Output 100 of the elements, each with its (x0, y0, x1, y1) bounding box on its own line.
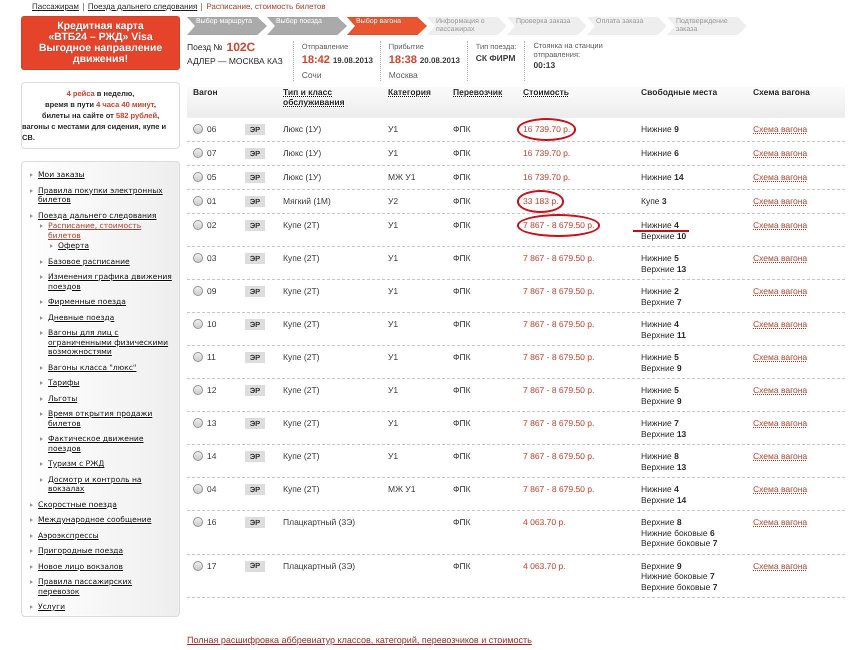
radio-button[interactable] (193, 124, 203, 134)
free-seats: Нижние боковые 7 (641, 571, 715, 582)
car-scheme-link[interactable]: Схема вагона (753, 451, 808, 462)
bullet-icon (30, 502, 33, 506)
column-header[interactable]: Стоимость (523, 87, 641, 97)
car-scheme-link[interactable]: Схема вагона (753, 517, 808, 528)
train-number-label: Поезд № (187, 41, 223, 54)
train-type-value: СК ФИРМ (476, 52, 516, 65)
bullet-icon (30, 549, 33, 553)
bullet-icon (30, 518, 33, 522)
free-seats: Верхние 13 (641, 428, 686, 439)
category: У1 (388, 220, 400, 230)
column-header[interactable]: Категория (388, 87, 453, 97)
bullet-icon (30, 564, 33, 568)
free-seats: Нижние 6 (641, 148, 679, 158)
free-seats: Нижние 4 (641, 319, 679, 330)
bullet-icon (30, 605, 33, 609)
free-seats: Нижние 4 (641, 220, 679, 230)
radio-button[interactable] (193, 385, 203, 396)
car-scheme-link[interactable]: Схема вагона (753, 286, 808, 296)
free-seats: Нижние 5 (641, 385, 679, 396)
bullet-icon (30, 534, 33, 538)
column-header: Вагон (193, 87, 219, 97)
breadcrumb-link[interactable]: Поезда дальнего следования (88, 0, 198, 12)
free-seats: Нижние 7 (641, 418, 679, 428)
category: У1 (388, 385, 400, 396)
car-scheme-link[interactable]: Схема вагона (753, 560, 808, 571)
free-seats: Верхние 8 (641, 517, 682, 528)
column-header[interactable]: Тип и класс обслуживания (283, 87, 358, 107)
radio-button[interactable] (193, 172, 203, 182)
car-scheme-link[interactable]: Схема вагона (753, 148, 808, 158)
free-seats: Верхние 10 (641, 230, 686, 241)
service-class: Купе (2Т) (283, 352, 320, 362)
service-class: Купе (2Т) (283, 418, 320, 428)
radio-button[interactable] (193, 319, 203, 330)
free-seats: Верхние 9 (641, 362, 682, 373)
column-header: Свободные места (641, 87, 718, 97)
radio-button[interactable] (193, 352, 203, 362)
bullet-icon (40, 316, 43, 320)
radio-button[interactable] (193, 484, 203, 494)
station-name: Москва (388, 68, 419, 82)
service-class: Люкс (1У) (283, 124, 322, 134)
car-scheme-link[interactable]: Схема вагона (753, 172, 808, 182)
bullet-icon (40, 462, 43, 466)
car-number: 10 (207, 319, 216, 330)
free-seats: Нижние 8 (641, 451, 679, 462)
car-number: 17 (207, 560, 216, 571)
category: У1 (388, 148, 400, 158)
category: У1 (388, 418, 400, 428)
carrier: ФПК (453, 253, 472, 264)
radio-button[interactable] (193, 253, 203, 264)
car-scheme-link[interactable]: Схема вагона (753, 220, 808, 230)
abbreviations-link[interactable]: Полная расшифровка аббревиатур классов, категорий, перевозчиков и стоимость (187, 634, 532, 648)
free-seats: Нижние 2 (641, 286, 679, 296)
radio-button[interactable] (193, 418, 203, 428)
promo-text: Выгодное направление (38, 43, 162, 54)
car-number: 01 (207, 196, 216, 206)
car-number: 13 (207, 418, 216, 428)
car-scheme-link[interactable]: Схема вагона (753, 484, 808, 494)
bullet-icon (40, 381, 43, 385)
radio-button[interactable] (193, 451, 203, 462)
bullet-icon (40, 275, 43, 279)
radio-button[interactable] (193, 148, 203, 158)
bullet-icon (30, 188, 33, 192)
free-seats: Верхние 14 (641, 494, 686, 505)
radio-button[interactable] (193, 286, 203, 296)
radio-button[interactable] (193, 196, 203, 206)
car-scheme-link[interactable]: Схема вагона (753, 319, 808, 330)
bullet-icon (40, 396, 43, 400)
free-seats: Верхние 9 (641, 560, 682, 571)
service-class: Мягкий (1М) (283, 196, 332, 206)
breadcrumb-link[interactable]: Пассажирам (32, 0, 79, 12)
stop-value: 00:13 (533, 59, 556, 72)
car-number: 11 (207, 352, 216, 362)
radio-button[interactable] (193, 220, 203, 230)
car-scheme-link[interactable]: Схема вагона (753, 418, 808, 428)
breadcrumb-link[interactable]: Расписание, стоимость билетов (206, 0, 326, 12)
car-scheme-link[interactable]: Схема вагона (753, 385, 808, 396)
column-header[interactable]: Перевозчик (453, 87, 523, 97)
bullet-icon (30, 173, 33, 177)
car-scheme-link[interactable]: Схема вагона (753, 253, 808, 264)
radio-button[interactable] (193, 517, 203, 528)
car-number: 03 (207, 253, 216, 264)
car-scheme-link[interactable]: Схема вагона (753, 196, 808, 206)
car-scheme-link[interactable]: Схема вагона (753, 352, 808, 362)
carrier: ФПК (453, 484, 472, 494)
radio-button[interactable] (193, 560, 203, 571)
category: У1 (388, 124, 400, 134)
carrier: ФПК (453, 451, 472, 462)
free-seats: Верхние 13 (641, 462, 686, 472)
service-class: Купе (2Т) (283, 286, 320, 296)
category: У1 (388, 253, 400, 264)
category: У1 (388, 352, 400, 362)
service-class: Купе (2Т) (283, 385, 320, 396)
service-class: Купе (2Т) (283, 220, 320, 230)
car-scheme-link[interactable]: Схема вагона (753, 124, 808, 134)
bullet-icon (40, 260, 43, 264)
service-class: Купе (2Т) (283, 253, 320, 264)
car-number: 09 (207, 286, 216, 296)
promo-banner[interactable]: Кредитная карта «ВТБ24 – РЖД» Visa Выгодное направление движения! (21, 16, 180, 70)
